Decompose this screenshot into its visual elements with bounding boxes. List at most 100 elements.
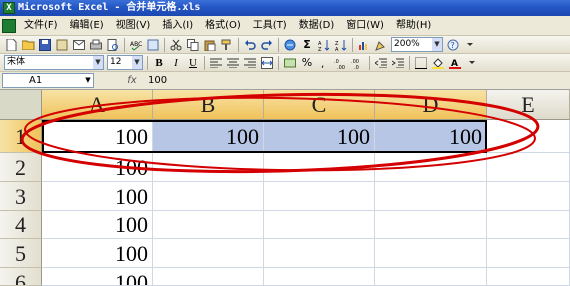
cell-c2[interactable] <box>264 153 375 182</box>
italic-button[interactable]: I <box>169 56 183 70</box>
decrease-indent-icon[interactable] <box>374 56 388 70</box>
bold-button[interactable]: B <box>152 56 166 70</box>
chevron-down-icon[interactable]: ▼ <box>132 56 142 69</box>
sort-descending-icon[interactable]: ZA <box>334 38 348 52</box>
cell-d5[interactable] <box>375 239 487 268</box>
cell-e5[interactable] <box>487 239 570 268</box>
row-header-2[interactable]: 2 <box>0 153 42 182</box>
cell-b3[interactable] <box>153 182 264 211</box>
cell-a5[interactable]: 100 <box>42 239 153 268</box>
fill-color-icon[interactable] <box>431 56 445 70</box>
menu-tools[interactable]: 工具(T) <box>247 17 293 35</box>
cell-d2[interactable] <box>375 153 487 182</box>
cell-d1[interactable]: 100 <box>375 120 487 153</box>
currency-icon[interactable] <box>283 56 297 70</box>
column-header-d[interactable]: D <box>375 90 487 120</box>
row-header-1[interactable]: 1 <box>0 120 42 153</box>
sort-ascending-icon[interactable]: AZ <box>317 38 331 52</box>
menu-view[interactable]: 视图(V) <box>110 17 157 35</box>
menu-insert[interactable]: 插入(I) <box>156 17 199 35</box>
cell-b5[interactable] <box>153 239 264 268</box>
menu-data[interactable]: 数据(D) <box>293 17 341 35</box>
chevron-down-icon[interactable]: ▼ <box>432 38 442 51</box>
cell-c1[interactable]: 100 <box>264 120 375 153</box>
workbook-icon[interactable] <box>2 18 16 33</box>
print-preview-icon[interactable] <box>106 38 120 52</box>
select-all-corner[interactable] <box>0 90 42 120</box>
menu-edit[interactable]: 编辑(E) <box>64 17 110 35</box>
increase-decimal-icon[interactable]: .0.00 <box>334 56 348 70</box>
permission-icon[interactable] <box>55 38 69 52</box>
cell-a2[interactable]: 100 <box>42 153 153 182</box>
format-painter-icon[interactable] <box>220 38 234 52</box>
column-header-e[interactable]: E <box>487 90 570 120</box>
column-header-c[interactable]: C <box>264 90 375 120</box>
redo-icon[interactable] <box>260 38 274 52</box>
borders-icon[interactable] <box>414 56 428 70</box>
formula-input[interactable]: 100 <box>148 75 167 86</box>
open-folder-icon[interactable] <box>21 38 35 52</box>
decrease-decimal-icon[interactable]: .00.0 <box>351 56 365 70</box>
cell-c5[interactable] <box>264 239 375 268</box>
row-header-6[interactable]: 6 <box>0 268 42 286</box>
cell-e2[interactable] <box>487 153 570 182</box>
hyperlink-icon[interactable] <box>283 38 297 52</box>
zoom-select[interactable]: 200% ▼ <box>391 37 443 52</box>
save-icon[interactable] <box>38 38 52 52</box>
drawing-icon[interactable] <box>374 38 388 52</box>
row-header-5[interactable]: 5 <box>0 239 42 268</box>
cell-b2[interactable] <box>153 153 264 182</box>
row-header-3[interactable]: 3 <box>0 182 42 211</box>
cell-b1[interactable]: 100 <box>153 120 264 153</box>
increase-indent-icon[interactable] <box>391 56 405 70</box>
toolbar-options-icon[interactable] <box>465 56 479 70</box>
chevron-down-icon[interactable]: ▼ <box>93 56 103 69</box>
name-box[interactable]: A1 ▼ <box>2 73 94 88</box>
cell-b4[interactable] <box>153 211 264 239</box>
cell-d3[interactable] <box>375 182 487 211</box>
menu-format[interactable]: 格式(O) <box>199 17 247 35</box>
spelling-icon[interactable]: ABC <box>129 38 143 52</box>
cell-e1[interactable] <box>487 120 570 153</box>
cell-e3[interactable] <box>487 182 570 211</box>
autosum-icon[interactable]: Σ <box>300 38 314 52</box>
research-icon[interactable] <box>146 38 160 52</box>
cell-b6[interactable] <box>153 268 264 286</box>
underline-button[interactable]: U <box>186 56 200 70</box>
font-name-select[interactable]: 宋体 ▼ <box>4 55 104 70</box>
toolbar-options-icon[interactable] <box>463 38 477 52</box>
menu-file[interactable]: 文件(F) <box>18 17 64 35</box>
menu-window[interactable]: 窗口(W) <box>340 17 390 35</box>
font-color-icon[interactable]: A <box>448 56 462 70</box>
column-header-a[interactable]: A <box>42 90 153 120</box>
cell-c4[interactable] <box>264 211 375 239</box>
cell-c6[interactable] <box>264 268 375 286</box>
email-icon[interactable] <box>72 38 86 52</box>
align-center-icon[interactable] <box>226 56 240 70</box>
copy-icon[interactable] <box>186 38 200 52</box>
merge-center-icon[interactable] <box>260 56 274 70</box>
help-icon[interactable]: ? <box>446 38 460 52</box>
align-left-icon[interactable] <box>209 56 223 70</box>
insert-function-icon[interactable]: fx <box>122 75 142 86</box>
cell-c3[interactable] <box>264 182 375 211</box>
cell-a1[interactable]: 100 <box>42 120 153 153</box>
cut-icon[interactable] <box>169 38 183 52</box>
paste-icon[interactable] <box>203 38 217 52</box>
menu-help[interactable]: 帮助(H) <box>390 17 437 35</box>
cell-a6[interactable]: 100 <box>42 268 153 286</box>
cell-a4[interactable]: 100 <box>42 211 153 239</box>
new-icon[interactable] <box>4 38 18 52</box>
comma-style-icon[interactable]: , <box>317 56 331 70</box>
chart-wizard-icon[interactable] <box>357 38 371 52</box>
cell-e6[interactable] <box>487 268 570 286</box>
cell-a3[interactable]: 100 <box>42 182 153 211</box>
align-right-icon[interactable] <box>243 56 257 70</box>
cell-d4[interactable] <box>375 211 487 239</box>
cell-d6[interactable] <box>375 268 487 286</box>
cell-e4[interactable] <box>487 211 570 239</box>
chevron-down-icon[interactable]: ▼ <box>83 74 93 87</box>
undo-icon[interactable] <box>243 38 257 52</box>
percent-button[interactable]: % <box>300 56 314 70</box>
print-icon[interactable] <box>89 38 103 52</box>
